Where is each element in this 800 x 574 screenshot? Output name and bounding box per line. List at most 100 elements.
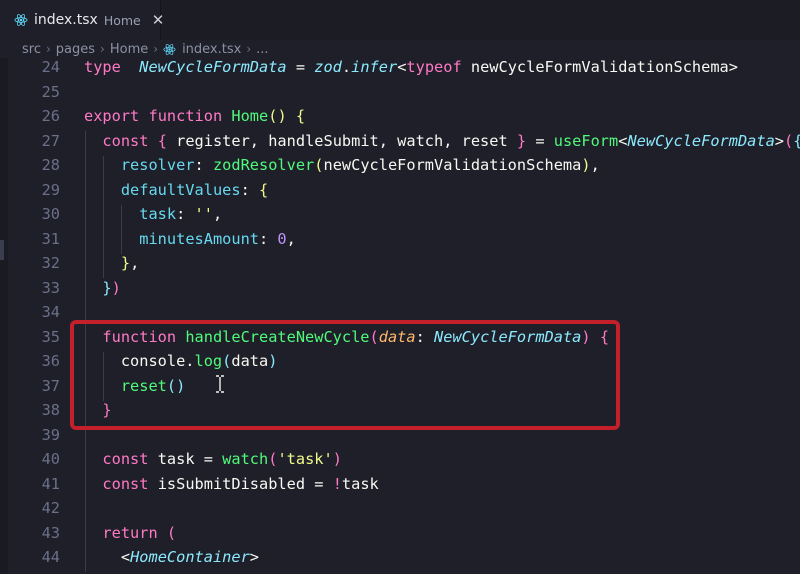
line-number: 31 — [41, 229, 60, 248]
code-text: resolver: zodResolver(newCycleFormValida… — [84, 153, 600, 178]
code-token: typeof — [406, 58, 462, 76]
code-token: = — [526, 131, 554, 150]
code-token: } — [516, 131, 527, 150]
code-token: const — [102, 131, 149, 150]
chevron-right-icon: › — [246, 42, 252, 56]
react-icon — [14, 13, 28, 27]
code-line[interactable]: 28 resolver: zodResolver(newCycleFormVal… — [8, 153, 800, 178]
code-token: const — [102, 450, 149, 468]
line-number: 26 — [41, 107, 60, 125]
scroll-indicator — [0, 240, 4, 260]
line-number: 41 — [41, 474, 60, 493]
code-token: function — [148, 107, 223, 125]
code-token: register, handleSubmit, watch, reset — [166, 131, 517, 150]
chevron-right-icon: › — [45, 42, 51, 56]
code-token: NewCycleFormData — [627, 131, 775, 150]
code-line[interactable]: 43 return ( — [8, 521, 800, 546]
code-token: { — [259, 180, 269, 199]
code-line[interactable]: 32 }, — [8, 251, 800, 276]
code-line[interactable]: 31 minutesAmount: 0, — [8, 227, 800, 252]
code-token: , — [212, 205, 223, 223]
code-token: () — [268, 107, 287, 125]
code-line[interactable]: 27 const { register, handleSubmit, watch… — [8, 129, 800, 154]
code-line[interactable]: 25 — [8, 80, 800, 105]
code-line[interactable]: 42 — [8, 496, 800, 521]
code-text: type NewCycleFormData = zod.infer<typeof… — [84, 55, 738, 80]
code-text: const task = watch('task') — [84, 447, 342, 472]
chevron-right-icon: › — [100, 42, 105, 56]
code-text: const { register, handleSubmit, watch, r… — [84, 129, 800, 154]
code-line[interactable]: 24 type NewCycleFormData = zod.infer<type… — [8, 55, 800, 80]
code-token: ( — [166, 523, 177, 542]
code-token: , — [286, 229, 296, 248]
line-number: 37 — [41, 376, 60, 395]
code-token: isSubmitDisabled = — [148, 474, 333, 493]
line-number: 25 — [41, 82, 60, 101]
code-line[interactable]: 26 export function Home() { — [8, 104, 800, 129]
code-token: ) — [581, 156, 591, 174]
line-number: 30 — [41, 205, 60, 223]
code-token: export — [84, 107, 140, 125]
code-token: < — [84, 548, 131, 566]
code-line[interactable]: 41 const isSubmitDisabled = !task — [8, 472, 800, 497]
code-token: HomeContainer — [130, 548, 250, 566]
tab-index-tsx[interactable]: index.tsx Home ✕ — [0, 0, 164, 40]
code-token: ! — [332, 474, 342, 493]
line-number: 42 — [41, 499, 60, 517]
code-line[interactable]: 40 const task = watch('task') — [8, 447, 800, 472]
code-token: ) — [332, 450, 342, 468]
code-line[interactable]: 44 <HomeContainer> — [8, 545, 800, 570]
code-token: . — [341, 58, 352, 76]
tab-subtitle: Home — [103, 12, 141, 28]
code-token: : — [176, 205, 195, 223]
code-line[interactable]: 33 }) — [8, 276, 800, 301]
code-token: = — [286, 58, 315, 76]
react-icon — [163, 43, 176, 56]
line-number: 34 — [41, 303, 60, 321]
code-token: task — [139, 205, 177, 223]
code-token: > — [774, 131, 785, 150]
code-token: { — [793, 132, 800, 150]
code-token: 0 — [277, 229, 287, 248]
code-line[interactable]: 29 defaultValues: { — [8, 178, 800, 203]
code-token: task = — [148, 450, 223, 468]
line-number: 35 — [41, 327, 60, 346]
code-token: { — [295, 107, 306, 125]
line-number: 43 — [41, 523, 60, 542]
code-token: newCycleFormValidationSchema> — [461, 58, 738, 76]
code-token: { — [157, 131, 167, 150]
code-token: task — [341, 474, 379, 493]
code-token: const — [102, 474, 149, 493]
code-line[interactable]: 30 task: '', — [8, 202, 800, 227]
line-number: 36 — [41, 352, 60, 370]
line-number: 24 — [41, 58, 60, 76]
line-number: 29 — [41, 180, 60, 199]
code-token: : — [194, 156, 213, 174]
code-token: NewCycleFormData — [139, 58, 287, 76]
code-token: minutesAmount — [139, 229, 259, 248]
code-token: useForm — [553, 131, 619, 150]
code-token: ( — [784, 131, 794, 150]
close-icon[interactable]: ✕ — [152, 11, 165, 29]
line-number: 38 — [41, 401, 60, 419]
code-text: const isSubmitDisabled = !task — [84, 472, 379, 497]
code-token: } — [102, 278, 112, 297]
code-token: ) — [111, 278, 121, 297]
code-token: zodResolver — [212, 156, 315, 174]
code-token: Home — [231, 107, 269, 125]
line-number: 44 — [41, 548, 60, 566]
code-editor[interactable]: 24 type NewCycleFormData = zod.infer<type… — [8, 58, 800, 574]
highlight-box — [70, 320, 620, 430]
code-text: task: '', — [84, 202, 222, 227]
